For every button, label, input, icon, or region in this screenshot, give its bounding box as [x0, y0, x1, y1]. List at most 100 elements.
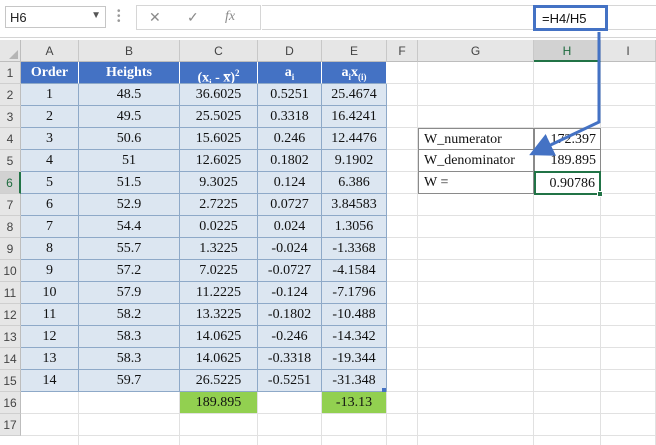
- table-cell-d[interactable]: -0.246: [258, 326, 322, 348]
- side-value-numerator[interactable]: 172.397: [534, 128, 601, 150]
- table-cell-d[interactable]: -0.024: [258, 238, 322, 260]
- table-cell-height[interactable]: 51.5: [79, 172, 180, 194]
- column-header-i[interactable]: I: [601, 40, 656, 62]
- table-cell-height[interactable]: 57.2: [79, 260, 180, 282]
- table-cell-height[interactable]: 50.6: [79, 128, 180, 150]
- total-product[interactable]: -13.13: [322, 392, 387, 414]
- column-header-b[interactable]: B: [79, 40, 180, 62]
- table-cell-c[interactable]: 2.7225: [180, 194, 258, 216]
- row-header-9[interactable]: 9: [0, 238, 21, 260]
- table-cell-d[interactable]: 0.1802: [258, 150, 322, 172]
- table-cell-height[interactable]: 58.2: [79, 304, 180, 326]
- table-cell-order[interactable]: 6: [21, 194, 79, 216]
- table-cell-height[interactable]: 48.5: [79, 84, 180, 106]
- table-cell-c[interactable]: 9.3025: [180, 172, 258, 194]
- column-header-g[interactable]: G: [418, 40, 534, 62]
- select-all-corner[interactable]: [0, 40, 21, 62]
- table-cell-height[interactable]: 55.7: [79, 238, 180, 260]
- table-cell-order[interactable]: 2: [21, 106, 79, 128]
- header-product[interactable]: aix(i): [322, 62, 387, 84]
- name-box[interactable]: H6 ▼: [5, 6, 106, 28]
- header-heights[interactable]: Heights: [79, 62, 180, 84]
- table-cell-e[interactable]: -7.1796: [322, 282, 387, 304]
- total-squared-deviation[interactable]: 189.895: [180, 392, 258, 414]
- table-cell-c[interactable]: 7.0225: [180, 260, 258, 282]
- table-cell-d[interactable]: 0.5251: [258, 84, 322, 106]
- table-cell-height[interactable]: 57.9: [79, 282, 180, 304]
- table-cell-height[interactable]: 51: [79, 150, 180, 172]
- table-cell-order[interactable]: 1: [21, 84, 79, 106]
- table-cell-e[interactable]: -19.344: [322, 348, 387, 370]
- fill-handle[interactable]: [597, 191, 603, 197]
- row-header-17[interactable]: 17: [0, 414, 21, 436]
- table-cell-e[interactable]: 1.3056: [322, 216, 387, 238]
- row-header-10[interactable]: 10: [0, 260, 21, 282]
- row-header-16[interactable]: 16: [0, 392, 21, 414]
- column-header-e[interactable]: E: [322, 40, 387, 62]
- row-header-4[interactable]: 4: [0, 128, 21, 150]
- table-cell-c[interactable]: 13.3225: [180, 304, 258, 326]
- cancel-icon[interactable]: ✕: [149, 9, 161, 26]
- table-cell-e[interactable]: 3.84583: [322, 194, 387, 216]
- row-header-7[interactable]: 7: [0, 194, 21, 216]
- table-cell-c[interactable]: 14.0625: [180, 348, 258, 370]
- table-cell-c[interactable]: 11.2225: [180, 282, 258, 304]
- table-cell-d[interactable]: -0.1802: [258, 304, 322, 326]
- column-header-d[interactable]: D: [258, 40, 322, 62]
- table-cell-order[interactable]: 10: [21, 282, 79, 304]
- table-cell-e[interactable]: -4.1584: [322, 260, 387, 282]
- table-cell-c[interactable]: 1.3225: [180, 238, 258, 260]
- table-cell-c[interactable]: 25.5025: [180, 106, 258, 128]
- table-resize-handle-icon[interactable]: [382, 388, 386, 392]
- row-header-8[interactable]: 8: [0, 216, 21, 238]
- table-cell-d[interactable]: -0.0727: [258, 260, 322, 282]
- table-cell-c[interactable]: 26.5225: [180, 370, 258, 392]
- table-cell-d[interactable]: 0.3318: [258, 106, 322, 128]
- table-cell-height[interactable]: 52.9: [79, 194, 180, 216]
- table-cell-e[interactable]: -14.342: [322, 326, 387, 348]
- table-cell-d[interactable]: 0.0727: [258, 194, 322, 216]
- table-cell-order[interactable]: 11: [21, 304, 79, 326]
- enter-icon[interactable]: ✓: [187, 9, 199, 26]
- table-cell-order[interactable]: 8: [21, 238, 79, 260]
- table-cell-d[interactable]: 0.124: [258, 172, 322, 194]
- table-cell-e[interactable]: 16.4241: [322, 106, 387, 128]
- drag-handle-icon[interactable]: • • •: [117, 7, 121, 27]
- row-header-3[interactable]: 3: [0, 106, 21, 128]
- header-squared-deviation[interactable]: (xi - x̅)2: [180, 62, 258, 84]
- table-cell-c[interactable]: 12.6025: [180, 150, 258, 172]
- table-cell-d[interactable]: 0.024: [258, 216, 322, 238]
- table-cell-order[interactable]: 14: [21, 370, 79, 392]
- header-coefficient[interactable]: ai: [258, 62, 322, 84]
- row-header-14[interactable]: 14: [0, 348, 21, 370]
- table-cell-d[interactable]: -0.124: [258, 282, 322, 304]
- side-label-denominator[interactable]: W_denominator: [418, 150, 534, 172]
- table-cell-c[interactable]: 15.6025: [180, 128, 258, 150]
- row-header-5[interactable]: 5: [0, 150, 21, 172]
- table-cell-d[interactable]: -0.5251: [258, 370, 322, 392]
- table-cell-e[interactable]: -31.348: [322, 370, 387, 392]
- column-header-a[interactable]: A: [21, 40, 79, 62]
- row-header-13[interactable]: 13: [0, 326, 21, 348]
- table-cell-c[interactable]: 14.0625: [180, 326, 258, 348]
- selected-cell-h6[interactable]: 0.90786: [534, 171, 601, 195]
- table-cell-d[interactable]: -0.3318: [258, 348, 322, 370]
- header-order[interactable]: Order: [21, 62, 79, 84]
- column-header-c[interactable]: C: [180, 40, 258, 62]
- side-label-numerator[interactable]: W_numerator: [418, 128, 534, 150]
- table-cell-order[interactable]: 9: [21, 260, 79, 282]
- table-cell-e[interactable]: 6.386: [322, 172, 387, 194]
- side-value-denominator[interactable]: 189.895: [534, 150, 601, 172]
- column-header-f[interactable]: F: [387, 40, 418, 62]
- row-header-1[interactable]: 1: [0, 62, 21, 84]
- table-cell-order[interactable]: 7: [21, 216, 79, 238]
- table-cell-height[interactable]: 49.5: [79, 106, 180, 128]
- column-header-h[interactable]: H: [534, 40, 601, 62]
- table-cell-e[interactable]: 25.4674: [322, 84, 387, 106]
- row-header-11[interactable]: 11: [0, 282, 21, 304]
- table-cell-e[interactable]: -1.3368: [322, 238, 387, 260]
- row-header-15[interactable]: 15: [0, 370, 21, 392]
- table-cell-height[interactable]: 58.3: [79, 348, 180, 370]
- table-cell-e[interactable]: -10.488: [322, 304, 387, 326]
- table-cell-height[interactable]: 59.7: [79, 370, 180, 392]
